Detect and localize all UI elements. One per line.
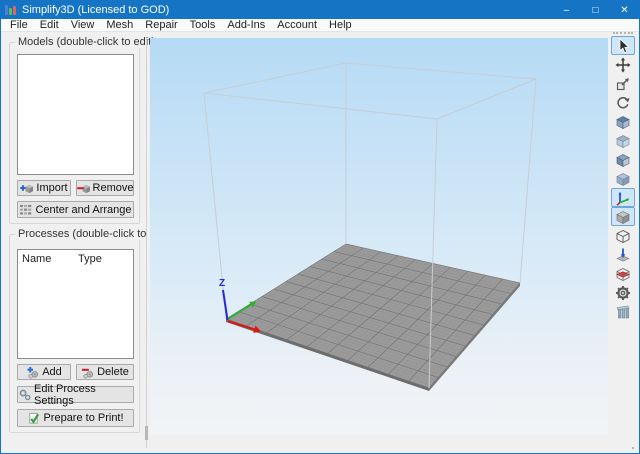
delete-process-icon bbox=[81, 366, 94, 379]
machine-settings-icon bbox=[615, 285, 631, 301]
remove-button[interactable]: Remove bbox=[76, 180, 134, 196]
center-arrange-button-label: Center and Arrange bbox=[35, 204, 131, 216]
toolbar-cross-section-button[interactable] bbox=[611, 264, 635, 283]
edit-process-settings-button[interactable]: Edit Process Settings bbox=[17, 386, 134, 403]
view-front-icon bbox=[615, 152, 631, 168]
toolbar-translate-model-button[interactable] bbox=[611, 55, 635, 74]
processes-column-type: Type bbox=[78, 253, 102, 265]
menu-item-tools[interactable]: Tools bbox=[184, 19, 222, 32]
menu-item-mesh[interactable]: Mesh bbox=[100, 19, 139, 32]
import-icon bbox=[20, 182, 33, 195]
select-cursor-icon bbox=[615, 38, 631, 54]
view-top-icon bbox=[615, 133, 631, 149]
rotate-model-icon bbox=[615, 95, 631, 111]
translate-model-icon bbox=[615, 57, 631, 73]
panel-splitter[interactable] bbox=[145, 38, 148, 448]
view-iso-icon bbox=[615, 114, 631, 130]
prepare-print-icon bbox=[27, 412, 40, 425]
toolbar-place-surface-button[interactable] bbox=[611, 245, 635, 264]
center-arrange-icon bbox=[19, 203, 32, 216]
edit-process-settings-label: Edit Process Settings bbox=[34, 383, 133, 407]
toolbar-view-side-button[interactable] bbox=[611, 169, 635, 188]
solid-render-icon bbox=[615, 209, 631, 225]
menu-item-account[interactable]: Account bbox=[271, 19, 323, 32]
processes-panel: Processes (double-click to edit) Name Ty… bbox=[9, 234, 140, 433]
toolbar-view-top-button[interactable] bbox=[611, 131, 635, 150]
toolbar-machine-settings-button[interactable] bbox=[611, 283, 635, 302]
remove-button-label: Remove bbox=[93, 182, 134, 194]
wireframe-render-icon bbox=[615, 228, 631, 244]
toolbar-support-structures-button[interactable] bbox=[611, 302, 635, 321]
processes-list[interactable]: Name Type bbox=[17, 249, 134, 359]
toolbar-wireframe-render-button[interactable] bbox=[611, 226, 635, 245]
support-structures-icon bbox=[615, 304, 631, 320]
menu-item-addins[interactable]: Add-Ins bbox=[221, 19, 271, 32]
remove-icon bbox=[77, 182, 90, 195]
title-bar[interactable]: Simplify3D (Licensed to GOD) – □ ✕ bbox=[1, 1, 639, 19]
show-axes-icon bbox=[615, 190, 631, 206]
processes-column-name: Name bbox=[22, 253, 51, 265]
process-settings-icon bbox=[18, 388, 31, 401]
center-and-arrange-button[interactable]: Center and Arrange bbox=[17, 201, 134, 218]
z-axis-label: Z bbox=[219, 278, 225, 289]
add-process-button[interactable]: Add bbox=[17, 364, 71, 380]
import-button[interactable]: Import bbox=[17, 180, 71, 196]
add-process-icon bbox=[26, 366, 39, 379]
menu-bar: FileEditViewMeshRepairToolsAdd-InsAccoun… bbox=[1, 19, 639, 32]
toolbar-view-front-button[interactable] bbox=[611, 150, 635, 169]
menu-item-edit[interactable]: Edit bbox=[34, 19, 65, 32]
simplify3d-logo-icon bbox=[5, 4, 17, 16]
minimize-button[interactable]: – bbox=[552, 1, 581, 19]
toolbar-select-cursor-button[interactable] bbox=[611, 36, 635, 55]
cross-section-icon bbox=[615, 266, 631, 282]
window-title: Simplify3D (Licensed to GOD) bbox=[22, 4, 169, 16]
place-surface-icon bbox=[615, 247, 631, 263]
models-panel-label: Models (double-click to edit) bbox=[15, 36, 158, 48]
models-panel: Models (double-click to edit) Import Rem… bbox=[9, 42, 140, 224]
toolbar-show-axes-button[interactable] bbox=[611, 188, 635, 207]
toolbar-rotate-model-button[interactable] bbox=[611, 93, 635, 112]
toolbar-scale-model-button[interactable] bbox=[611, 74, 635, 93]
delete-process-button-label: Delete bbox=[97, 366, 129, 378]
menu-item-view[interactable]: View bbox=[65, 19, 101, 32]
close-button[interactable]: ✕ bbox=[610, 1, 639, 19]
3d-viewport[interactable]: Z bbox=[150, 38, 608, 435]
import-button-label: Import bbox=[36, 182, 67, 194]
toolbar-solid-render-button[interactable] bbox=[611, 207, 635, 226]
delete-process-button[interactable]: Delete bbox=[76, 364, 134, 380]
scale-model-icon bbox=[615, 76, 631, 92]
resize-grip-icon[interactable] bbox=[628, 443, 636, 451]
viewport-background bbox=[150, 38, 608, 435]
prepare-to-print-label: Prepare to Print! bbox=[43, 412, 123, 424]
add-process-button-label: Add bbox=[42, 366, 62, 378]
maximize-button[interactable]: □ bbox=[581, 1, 610, 19]
view-side-icon bbox=[615, 171, 631, 187]
models-list[interactable] bbox=[17, 54, 134, 175]
app-window: Simplify3D (Licensed to GOD) – □ ✕ FileE… bbox=[0, 0, 640, 454]
menu-item-repair[interactable]: Repair bbox=[139, 19, 183, 32]
toolbar-grip[interactable] bbox=[613, 32, 633, 34]
side-toolbar bbox=[608, 31, 637, 321]
menu-item-file[interactable]: File bbox=[4, 19, 34, 32]
toolbar-view-iso-button[interactable] bbox=[611, 112, 635, 131]
prepare-to-print-button[interactable]: Prepare to Print! bbox=[17, 409, 134, 427]
menu-item-help[interactable]: Help bbox=[323, 19, 358, 32]
